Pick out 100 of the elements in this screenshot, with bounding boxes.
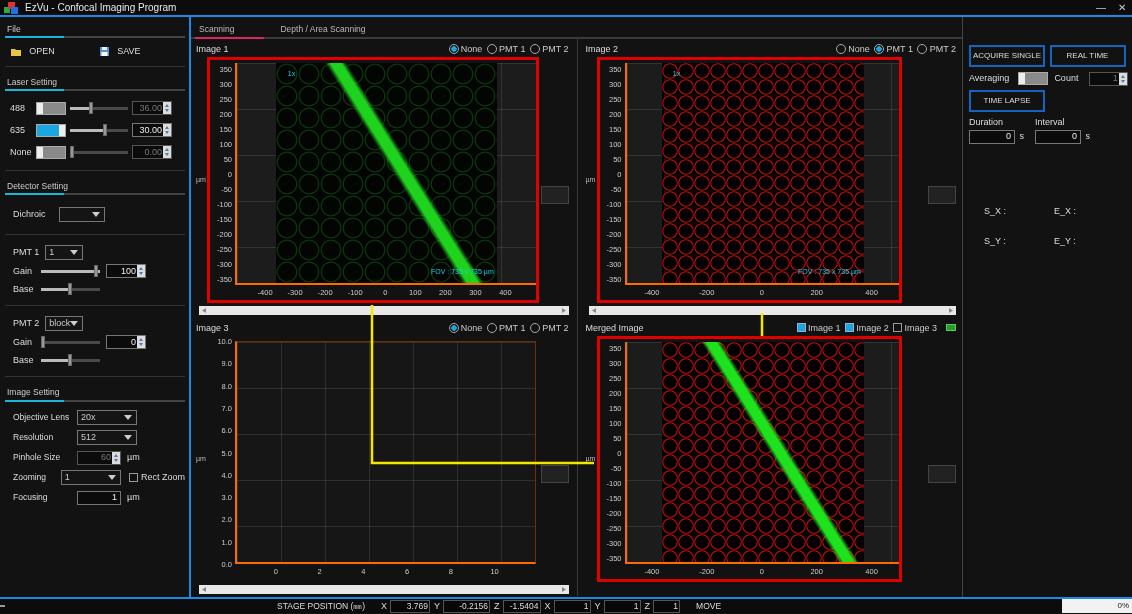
caret-icon: [70, 320, 79, 326]
dropdown[interactable]: 1: [60, 470, 121, 486]
connector-line: [760, 313, 764, 336]
file-button[interactable]: SAVE: [96, 44, 177, 59]
field-label: Gain: [13, 336, 33, 348]
section-heading: Detector Setting: [6, 180, 69, 194]
spin-field[interactable]: 1: [1088, 71, 1128, 86]
radio-option[interactable]: None: [836, 43, 870, 55]
axis-label: Y: [594, 600, 601, 612]
stage-field[interactable]: -0.2156: [443, 599, 491, 613]
dropdown[interactable]: 20x: [77, 410, 137, 426]
section-heading: Image Setting: [6, 386, 61, 400]
radio-option[interactable]: None: [448, 322, 483, 334]
horizontal-scrollbar[interactable]: [199, 306, 569, 315]
checkbox[interactable]: Image 2: [844, 322, 889, 334]
unit-label: µm: [127, 452, 140, 463]
field-label: Dichroic: [13, 208, 47, 220]
radio-option[interactable]: PMT 2: [529, 322, 569, 334]
axis-label: X: [544, 600, 551, 612]
dropdown[interactable]: 1: [45, 244, 84, 260]
slider-thumb[interactable]: [103, 124, 108, 137]
spin-field[interactable]: 100: [106, 264, 146, 279]
caret-icon: [70, 249, 79, 255]
radio-option[interactable]: PMT 2: [529, 43, 569, 55]
arrow-right-icon: [561, 308, 566, 313]
number-field[interactable]: 0: [1035, 129, 1081, 144]
field-label: Gain: [13, 265, 33, 277]
dropdown[interactable]: block: [45, 315, 84, 331]
field-label: PMT 2: [13, 317, 40, 329]
move-button[interactable]: MOVE: [696, 599, 722, 613]
stage-field[interactable]: 1: [553, 599, 591, 613]
panel-title: Image 3: [196, 322, 229, 334]
slider-thumb[interactable]: [94, 265, 98, 278]
coordinate-label: S_Y :: [984, 236, 1007, 248]
window-button[interactable]: ✕: [1112, 0, 1132, 15]
axis-label: Z: [494, 600, 500, 612]
field-label: Count: [1054, 73, 1079, 84]
caret-icon: [107, 475, 116, 481]
action-button[interactable]: REAL TIME: [1049, 45, 1126, 67]
field-label: Focusing: [12, 492, 49, 503]
toggle-switch[interactable]: [1017, 72, 1048, 85]
horizontal-scrollbar[interactable]: [199, 585, 569, 594]
stage-field[interactable]: 1: [653, 599, 681, 613]
axis-label: X: [381, 600, 387, 612]
dropdown[interactable]: [59, 206, 105, 222]
stage-field[interactable]: 1: [603, 599, 641, 613]
axis-label: Y: [434, 600, 441, 612]
field-label: Zooming: [12, 472, 48, 483]
radio-option[interactable]: None: [448, 43, 483, 55]
radio-option[interactable]: PMT 1: [486, 322, 526, 334]
caret-icon: [92, 211, 100, 217]
field-label: Resolution: [12, 432, 55, 443]
slider-thumb[interactable]: [41, 336, 45, 349]
radio-option[interactable]: PMT 2: [917, 43, 956, 55]
unit-label: s: [1085, 131, 1090, 142]
field-label: Duration: [969, 116, 1005, 128]
field-label: Pinhole Size: [12, 452, 62, 463]
radio-option[interactable]: PMT 1: [486, 43, 526, 55]
slider-thumb[interactable]: [67, 283, 72, 296]
tab[interactable]: Depth / Area Scanning: [276, 21, 370, 39]
action-button[interactable]: TIME LAPSE: [969, 90, 1045, 112]
unit-label: µm: [127, 492, 140, 503]
tab[interactable]: Scanning: [195, 21, 265, 39]
laser-label: None: [10, 146, 32, 158]
number-field[interactable]: 1: [77, 490, 121, 505]
image-icon: [946, 324, 956, 332]
horizontal-scrollbar[interactable]: [588, 306, 956, 315]
slider-thumb[interactable]: [67, 354, 72, 367]
caret-icon: [124, 435, 132, 441]
action-button[interactable]: ACQUIRE SINGLE: [969, 45, 1045, 67]
field-label: Base: [13, 354, 35, 366]
panel-title: Image 1: [196, 43, 229, 55]
radio-option[interactable]: PMT 1: [874, 43, 913, 55]
dash-icon: [0, 605, 5, 607]
coordinate-label: S_X :: [984, 205, 1007, 217]
stage-field[interactable]: 3.769: [390, 599, 430, 613]
laser-label: 635: [10, 124, 27, 136]
stage-field[interactable]: -1.5404: [502, 599, 541, 613]
logo-icon: [4, 0, 20, 15]
window-title: EzVu - Confocal Imaging Program: [25, 1, 177, 14]
file-button[interactable]: OPEN: [7, 44, 88, 59]
arrow-left-icon: [591, 308, 596, 313]
section-heading: Laser Setting: [6, 76, 59, 89]
panel-title: Image 2: [585, 43, 619, 55]
arrow-right-icon: [949, 308, 953, 313]
checkbox[interactable]: Rect Zoom: [129, 472, 185, 483]
field-label: Interval: [1035, 116, 1066, 128]
caret-icon: [124, 415, 132, 421]
number-field[interactable]: 0: [969, 129, 1015, 144]
checkbox[interactable]: Image 1: [796, 322, 841, 334]
field-label: Objective Lens: [12, 412, 71, 423]
toggle-switch[interactable]: [36, 123, 66, 137]
spin-field[interactable]: 30.00: [132, 123, 172, 138]
section-heading: File: [6, 23, 22, 36]
spin-field[interactable]: 0: [106, 335, 146, 350]
dropdown[interactable]: 512: [77, 430, 137, 446]
coordinate-label: E_Y :: [1054, 236, 1077, 248]
window-button[interactable]: —: [1090, 0, 1112, 15]
field-label: PMT 1: [13, 246, 40, 258]
checkbox[interactable]: Image 3: [893, 322, 937, 334]
